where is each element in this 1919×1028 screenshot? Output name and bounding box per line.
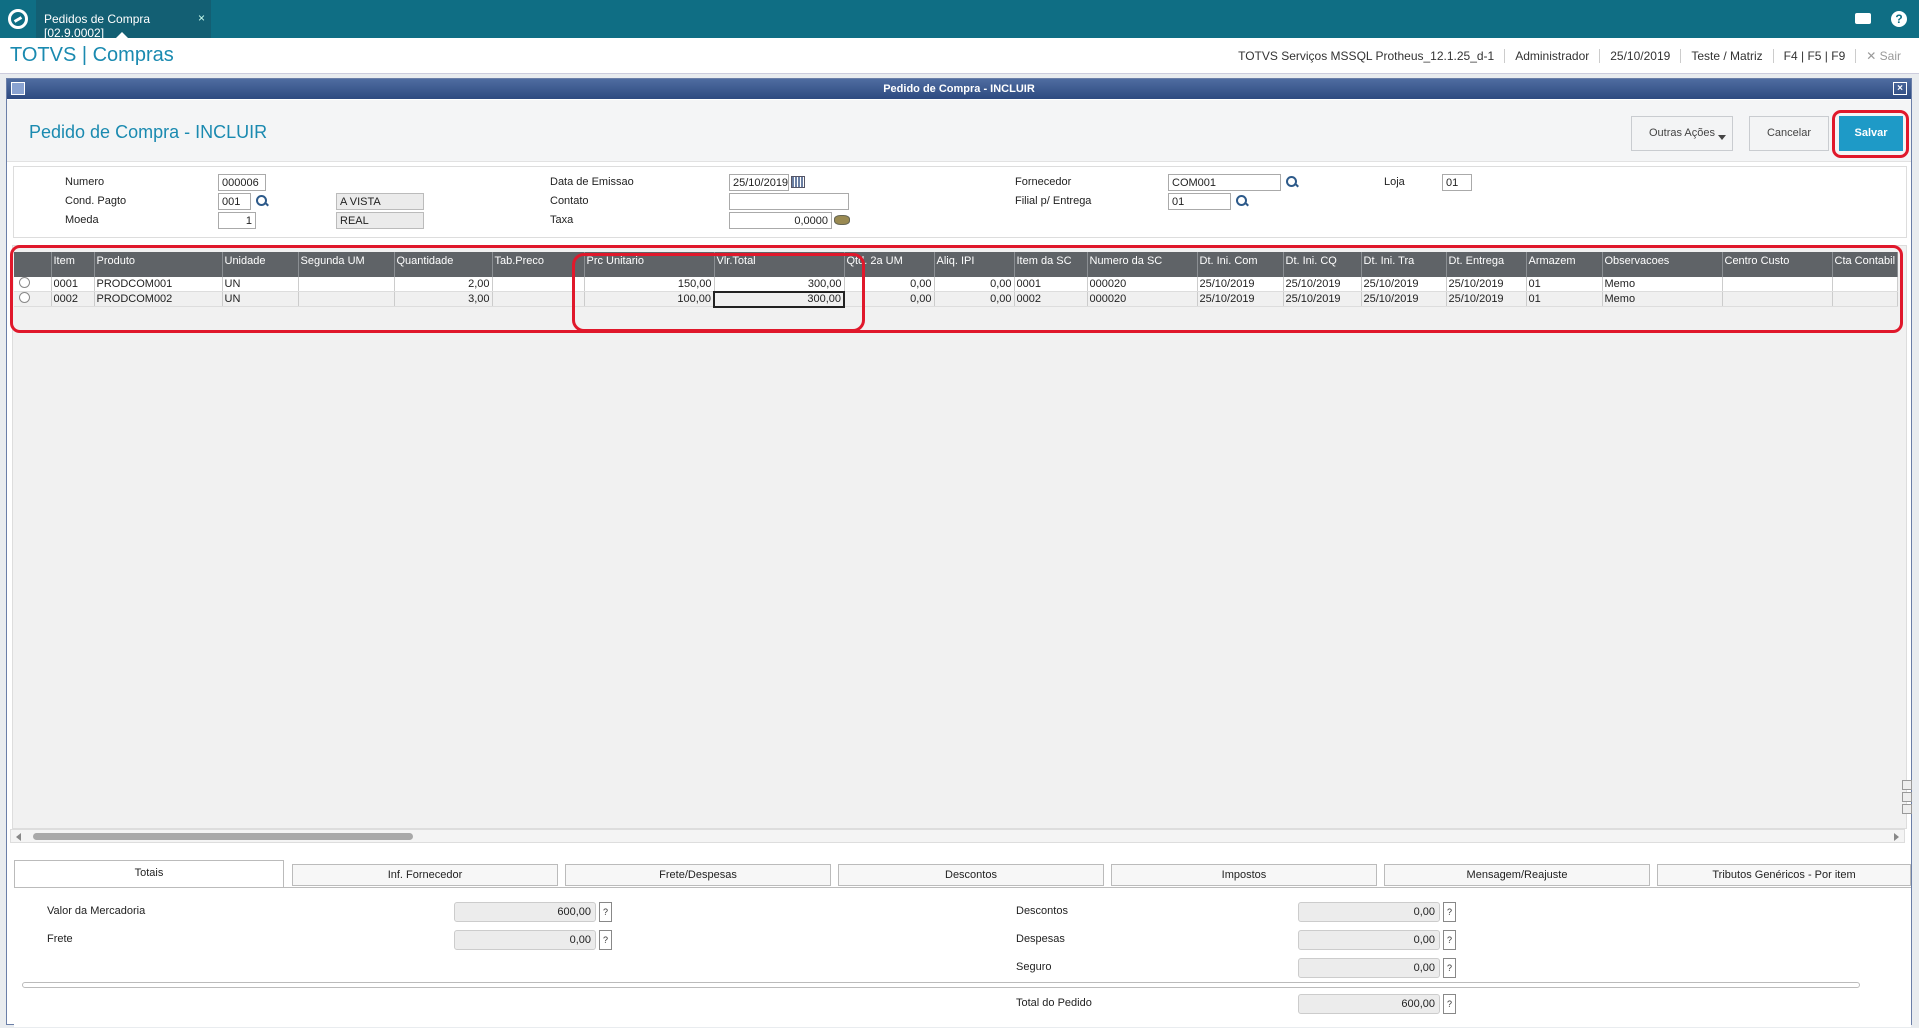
header-form: Numero 000006 Cond. Pagto 001 A VISTA Mo…: [13, 166, 1907, 238]
seguro-label: Seguro: [1016, 961, 1052, 973]
horizontal-scrollbar[interactable]: [10, 829, 1905, 843]
price-columns-highlight-annotation: [572, 253, 865, 332]
tab-tributos-genericos[interactable]: Tributos Genéricos - Por item: [1657, 864, 1911, 886]
despesas-label: Despesas: [1016, 933, 1065, 945]
total-pedido-value: 600,00: [1298, 994, 1440, 1014]
fornecedor-label: Fornecedor: [1015, 176, 1072, 188]
seguro-help-button[interactable]: ?: [1443, 958, 1456, 978]
cond-pagto-field[interactable]: 001: [218, 193, 251, 210]
tab-close-icon[interactable]: ×: [198, 11, 205, 25]
taxa-field[interactable]: 0,0000: [729, 212, 832, 229]
frete-label: Frete: [47, 933, 73, 945]
cond-pagto-label: Cond. Pagto: [65, 195, 127, 207]
despesas-value: 0,00: [1298, 930, 1440, 950]
totals-panel: Valor da Mercadoria 600,00 ? Frete 0,00 …: [14, 887, 1911, 1027]
tab-descontos[interactable]: Descontos: [838, 864, 1104, 886]
mercadoria-label: Valor da Mercadoria: [47, 905, 146, 917]
page-title: Pedido de Compra - INCLUIR: [29, 122, 268, 142]
moeda-desc: REAL: [336, 212, 424, 229]
scrollbar-thumb[interactable]: [33, 833, 413, 840]
scroll-left-icon[interactable]: [16, 833, 21, 841]
totals-divider: [22, 982, 1860, 988]
dialog-close-icon[interactable]: ×: [1893, 82, 1907, 95]
descontos-value: 0,00: [1298, 902, 1440, 922]
currency-icon[interactable]: [834, 215, 850, 225]
tab-inf-fornecedor[interactable]: Inf. Fornecedor: [292, 864, 558, 886]
calendar-icon[interactable]: [791, 176, 805, 188]
window-icon: [11, 82, 25, 95]
app-brand: TOTVS | Compras: [10, 44, 174, 66]
cond-pagto-desc: A VISTA: [336, 193, 424, 210]
seguro-value: 0,00: [1298, 958, 1440, 978]
loja-field[interactable]: 01: [1442, 174, 1472, 191]
user-info[interactable]: Administrador: [1504, 49, 1599, 63]
fornecedor-field[interactable]: COM001: [1168, 174, 1281, 191]
mercadoria-value: 600,00: [454, 902, 596, 922]
contato-label: Contato: [550, 195, 589, 207]
cancel-button[interactable]: Cancelar: [1749, 116, 1829, 151]
loja-label: Loja: [1384, 176, 1405, 188]
tab-pedidos-de-compra[interactable]: Pedidos de Compra [02.9.0002] ×: [36, 0, 211, 40]
frete-help-button[interactable]: ?: [599, 930, 612, 950]
tab-frete-despesas[interactable]: Frete/Despesas: [565, 864, 831, 886]
help-icon[interactable]: ?: [1891, 11, 1907, 27]
logout-button[interactable]: ✕ Sair: [1855, 49, 1911, 63]
filial-entrega-field[interactable]: 01: [1168, 193, 1231, 210]
mercadoria-help-button[interactable]: ?: [599, 902, 612, 922]
folder-tabs: Totais Inf. Fornecedor Frete/Despesas De…: [14, 860, 1911, 887]
top-bar: Pedidos de Compra [02.9.0002] × ?: [0, 0, 1919, 40]
moeda-label: Moeda: [65, 214, 99, 226]
tab-label: Pedidos de Compra [02.9.0002]: [44, 12, 151, 40]
date-info[interactable]: 25/10/2019: [1599, 49, 1680, 63]
tab-mensagem-reajuste[interactable]: Mensagem/Reajuste: [1384, 864, 1650, 886]
descontos-help-button[interactable]: ?: [1443, 902, 1456, 922]
tab-impostos[interactable]: Impostos: [1111, 864, 1377, 886]
grid-highlight-annotation: [10, 245, 1903, 333]
total-pedido-label: Total do Pedido: [1016, 997, 1092, 1009]
cond-pagto-search-icon[interactable]: [256, 195, 268, 207]
branch-info[interactable]: Teste / Matriz: [1680, 49, 1772, 63]
environment-info[interactable]: TOTVS Serviços MSSQL Protheus_12.1.25_d-…: [1228, 49, 1504, 63]
tab-totais[interactable]: Totais: [14, 860, 284, 887]
dialog-title: Pedido de Compra - INCLUIR: [883, 83, 1035, 95]
total-help-button[interactable]: ?: [1443, 994, 1456, 1014]
shortcuts-info[interactable]: F4 | F5 | F9: [1772, 49, 1856, 63]
descontos-label: Descontos: [1016, 905, 1068, 917]
other-actions-button[interactable]: Outras Ações: [1631, 116, 1733, 151]
mail-icon[interactable]: [1855, 13, 1871, 24]
chevron-down-icon: [1718, 135, 1726, 140]
contato-field[interactable]: [729, 193, 849, 210]
taxa-label: Taxa: [550, 214, 574, 226]
dialog-titlebar: Pedido de Compra - INCLUIR ×: [7, 79, 1911, 99]
moeda-field[interactable]: 1: [218, 212, 256, 229]
app-header: TOTVS | Compras TOTVS Serviços MSSQL Pro…: [0, 38, 1919, 74]
emissao-field[interactable]: 25/10/2019: [729, 174, 789, 191]
numero-label: Numero: [65, 176, 105, 188]
despesas-help-button[interactable]: ?: [1443, 930, 1456, 950]
other-actions-label: Outras Ações: [1648, 127, 1716, 139]
vertical-scroll-buttons[interactable]: [1902, 780, 1912, 828]
totvs-logo-icon[interactable]: [8, 9, 28, 29]
filial-search-icon[interactable]: [1236, 195, 1248, 207]
filial-entrega-label: Filial p/ Entrega: [1015, 195, 1092, 207]
save-highlight-annotation: [1832, 110, 1909, 158]
scroll-right-icon[interactable]: [1894, 833, 1899, 841]
emissao-label: Data de Emissao: [550, 176, 634, 188]
numero-field[interactable]: 000006: [218, 174, 266, 191]
fornecedor-search-icon[interactable]: [1286, 176, 1298, 188]
session-info: TOTVS Serviços MSSQL Protheus_12.1.25_d-…: [1228, 49, 1911, 63]
frete-value: 0,00: [454, 930, 596, 950]
action-bar: Pedido de Compra - INCLUIR Outras Ações …: [7, 100, 1911, 162]
